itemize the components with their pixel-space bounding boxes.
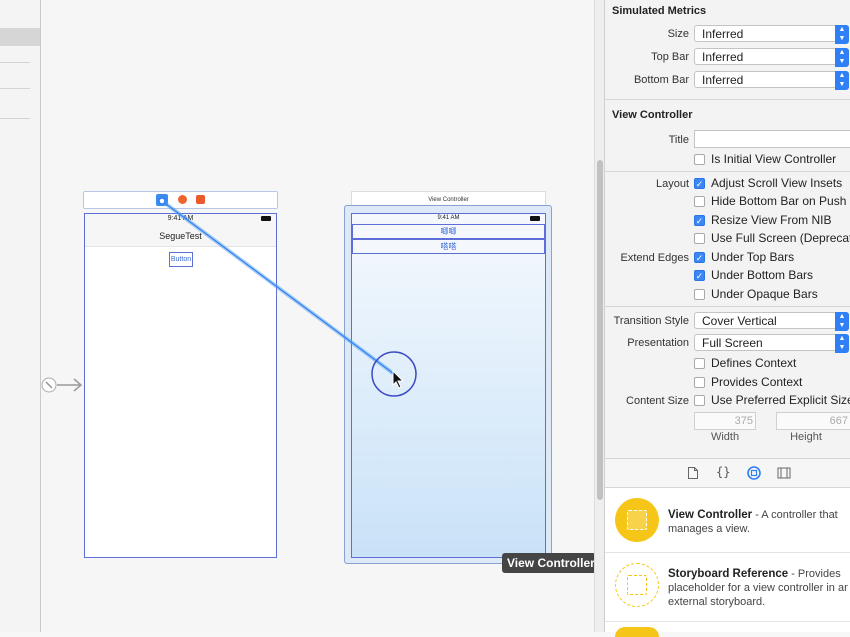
use-full-screen-checkbox[interactable] [694, 233, 705, 244]
use-preferred-size-checkbox[interactable] [694, 395, 705, 406]
view-controller-library-icon [615, 498, 659, 542]
adjust-scroll-checkbox[interactable]: ✓ [694, 178, 705, 189]
outline-divider [0, 118, 30, 119]
size-value: Inferred [702, 27, 744, 41]
is-initial-label: Is Initial View Controller [711, 152, 837, 166]
defines-context-checkbox[interactable] [694, 358, 705, 369]
width-caption: Width [710, 431, 740, 443]
popup-arrows-icon: ▲ ▼ [835, 71, 849, 90]
is-initial-checkbox[interactable] [694, 154, 705, 165]
view-controller-glyph [627, 510, 647, 530]
height-caption: Height [790, 431, 822, 443]
under-opaque-label: Under Opaque Bars [711, 287, 818, 301]
resize-view-label: Resize View From NIB [711, 213, 832, 227]
library-item-desc: - A controller that [752, 509, 838, 521]
media-library-icon[interactable] [777, 467, 791, 479]
size-label: Size [667, 28, 689, 40]
top-bar-value: Inferred [702, 50, 744, 64]
presentation-value: Full Screen [702, 336, 763, 350]
top-bar-label: Top Bar [651, 51, 689, 63]
library-item-desc: placeholder for a view controller in an [668, 582, 848, 594]
under-bottom-checkbox[interactable]: ✓ [694, 270, 705, 281]
hide-bottom-label: Hide Bottom Bar on Push [711, 194, 847, 208]
section-divider [605, 99, 850, 100]
mouse-cursor-icon [392, 370, 405, 389]
popup-arrows-icon: ▲ ▼ [835, 48, 849, 67]
outline-selected-row[interactable] [0, 28, 40, 46]
object-library-list: View Controller - A controller that mana… [605, 488, 850, 637]
attributes-inspector: Simulated Metrics Size Inferred ▲ ▼ Top B… [604, 0, 850, 637]
transition-style-popup[interactable]: Cover Vertical ▲ ▼ [694, 312, 849, 331]
under-opaque-checkbox[interactable] [694, 289, 705, 300]
title-field[interactable] [694, 130, 850, 148]
drag-tooltip: View Controller [502, 553, 596, 573]
storyboard-reference-icon [615, 563, 659, 607]
list-item[interactable]: Storyboard Reference - Provides placehol… [605, 553, 850, 622]
popup-arrows-icon: ▲ ▼ [835, 334, 849, 353]
segue-drag-line [158, 197, 417, 397]
provides-context-checkbox[interactable] [694, 377, 705, 388]
library-item-title: View Controller [668, 509, 753, 521]
top-bar-popup[interactable]: Inferred ▲ ▼ [694, 48, 849, 67]
library-item-desc: external storyboard. [668, 596, 766, 608]
bottom-bar-value: Inferred [702, 73, 744, 87]
simulated-metrics-title: Simulated Metrics [612, 5, 707, 17]
view-controller-section-title: View Controller [612, 109, 693, 121]
braces-icon[interactable]: {} [716, 465, 730, 479]
section-divider [605, 306, 850, 307]
content-width-field[interactable] [694, 412, 756, 430]
transition-style-label: Transition Style [613, 315, 689, 327]
extend-edges-label: Extend Edges [620, 252, 690, 264]
under-top-label: Under Top Bars [711, 250, 795, 264]
transition-style-value: Cover Vertical [702, 314, 777, 328]
under-top-checkbox[interactable]: ✓ [694, 252, 705, 263]
section-divider [605, 171, 850, 172]
content-height-field[interactable] [776, 412, 850, 430]
resize-view-checkbox[interactable]: ✓ [694, 215, 705, 226]
list-item[interactable]: View Controller - A controller that mana… [605, 488, 850, 553]
bottom-bar-label: Bottom Bar [633, 74, 689, 86]
use-full-screen-label: Use Full Screen (Deprecated) [711, 231, 850, 245]
hide-bottom-checkbox[interactable] [694, 196, 705, 207]
library-item-desc: - Provides [788, 568, 841, 580]
popup-arrows-icon: ▲ ▼ [835, 312, 849, 331]
size-popup[interactable]: Inferred ▲ ▼ [694, 25, 849, 44]
bottom-bar-popup[interactable]: Inferred ▲ ▼ [694, 71, 849, 90]
next-library-item-icon [615, 627, 659, 637]
title-label: Title [668, 134, 689, 146]
presentation-label: Presentation [627, 337, 689, 349]
library-tab-bar: {} [605, 459, 850, 488]
object-library-icon[interactable] [747, 466, 761, 480]
use-preferred-size-label: Use Preferred Explicit Size [711, 393, 850, 407]
file-icon[interactable] [687, 466, 699, 480]
popup-arrows-icon: ▲ ▼ [835, 25, 849, 44]
adjust-scroll-label: Adjust Scroll View Insets [711, 176, 843, 190]
outline-divider [0, 88, 30, 89]
under-bottom-label: Under Bottom Bars [711, 268, 814, 282]
layout-label: Layout [655, 178, 689, 190]
scrollbar-thumb[interactable] [597, 160, 603, 500]
storyboard-canvas[interactable]: 9:41 AM SegueTest Button View Controller… [41, 0, 596, 632]
library-item-title: Storyboard Reference [668, 568, 789, 580]
library-item-desc: manages a view. [668, 523, 750, 535]
outline-divider [0, 62, 30, 63]
content-size-label: Content Size [626, 395, 689, 407]
defines-context-label: Defines Context [711, 356, 797, 370]
storyboard-reference-glyph [627, 575, 647, 595]
document-outline [0, 0, 41, 632]
presentation-popup[interactable]: Full Screen ▲ ▼ [694, 334, 849, 353]
provides-context-label: Provides Context [711, 375, 803, 389]
